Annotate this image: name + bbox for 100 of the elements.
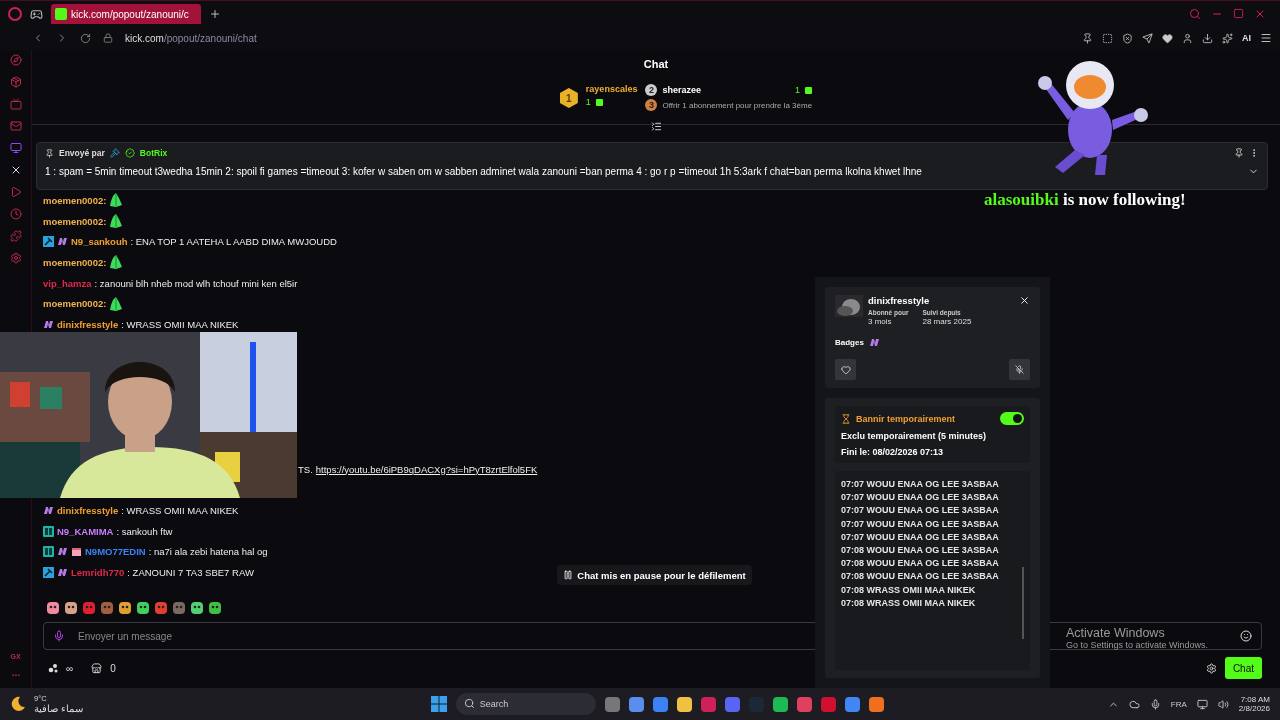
play-icon[interactable] [9, 186, 22, 198]
sparkles-icon[interactable] [1222, 32, 1233, 44]
verified-icon [124, 148, 135, 158]
heart-icon[interactable] [1162, 32, 1173, 44]
username[interactable]: dinixfresstyle [57, 505, 119, 517]
windows-start-icon[interactable] [430, 696, 447, 712]
rank-badge: 1 [559, 88, 578, 108]
og-badge-icon [43, 546, 54, 558]
leader-name: rayenscales [585, 84, 638, 94]
send-icon[interactable] [1142, 32, 1153, 44]
mail-icon[interactable] [9, 120, 22, 132]
username[interactable]: moemen0002: [43, 298, 107, 310]
emote-icon[interactable] [46, 600, 60, 616]
timeout-toggle[interactable] [1000, 412, 1024, 425]
message-text: : sankouh ftw [116, 525, 173, 537]
message-text: : zanouni blh nheb mod wlh tchouf mini ken el5ir [94, 277, 298, 289]
monitor-icon[interactable] [9, 142, 22, 154]
pause-icon [563, 570, 574, 580]
download-icon[interactable] [1202, 32, 1213, 44]
volume-icon[interactable] [1217, 698, 1229, 710]
close-icon[interactable] [1019, 295, 1030, 306]
username[interactable]: vip_hamza [43, 277, 92, 289]
snapshot-icon[interactable] [1102, 32, 1113, 44]
subscriber-badge-icon [43, 319, 54, 329]
shield-icon[interactable] [1122, 32, 1133, 44]
store-icon[interactable] [91, 662, 103, 674]
timeout-status: Exclu temporairement (5 minutes) [841, 431, 988, 441]
chat-title: Chat [642, 57, 670, 72]
collapse-icon[interactable] [650, 121, 662, 132]
message-link[interactable]: https://youtu.be/6iPB9qDACXg?si=hPyT8zrtElfol5FK [315, 463, 538, 475]
emote-icon[interactable] [154, 600, 168, 616]
menu-icon[interactable] [1260, 32, 1272, 44]
network-icon[interactable] [1196, 698, 1208, 710]
emote-icon[interactable] [136, 600, 150, 616]
activation-subtitle: Go to Settings to activate Windows. [1066, 640, 1209, 650]
taskbar-search[interactable]: Search [455, 693, 596, 715]
chat-paused-button[interactable]: Chat mis en pause pour le défilement [557, 565, 752, 585]
hourglass-icon [841, 413, 851, 424]
emote-icon[interactable] [64, 600, 78, 616]
message-text: : ENA TOP 1 AATEHA L AABD DIMA MWJOUDD [130, 236, 337, 248]
gift-count: 1 [795, 85, 801, 95]
message-text: TS. [298, 463, 313, 475]
maximize-icon[interactable] [1233, 8, 1244, 19]
app-icon[interactable] [844, 696, 860, 712]
app-icon[interactable] [772, 696, 788, 712]
package-icon[interactable] [9, 76, 22, 88]
history-message: 07:07 WOUU ENAA OG LEE 3ASBAA [841, 518, 1000, 529]
clock-date: 2/8/2026 [1238, 704, 1270, 713]
emote-icon[interactable] [190, 600, 204, 616]
subscription-icon [805, 86, 813, 94]
app-icon[interactable] [628, 696, 644, 712]
cloud-icon[interactable] [1128, 698, 1140, 710]
username[interactable]: dinixfresstyle [57, 318, 119, 330]
username[interactable]: moemen0002: [43, 194, 107, 206]
compass-icon[interactable] [9, 54, 22, 66]
gaming-icon[interactable] [30, 7, 43, 21]
profile-icon[interactable] [1182, 32, 1193, 44]
message-text: : WRASS OMII MAA NIKEK [121, 505, 239, 517]
emote-icon[interactable] [82, 600, 96, 616]
new-tab-icon[interactable] [209, 8, 221, 20]
app-icon[interactable] [796, 696, 812, 712]
reload-icon[interactable] [80, 32, 91, 44]
history-message: 07:07 WOUU ENAA OG LEE 3ASBAA [841, 492, 1000, 503]
app-icon[interactable] [652, 696, 668, 712]
pin-icon[interactable] [1234, 148, 1244, 158]
moderator-badge-icon [109, 148, 120, 158]
heart-icon [840, 364, 851, 375]
emoji-icon[interactable] [1240, 630, 1252, 642]
chat-button[interactable]: Chat [1224, 657, 1262, 679]
mute-button[interactable] [1009, 359, 1030, 380]
microphone-icon[interactable] [1149, 698, 1161, 710]
ai-button[interactable]: AI [1242, 33, 1251, 43]
username[interactable]: N9_KAMIMA [57, 525, 114, 537]
browser-tab[interactable]: kick.com/popout/zanouni/c [51, 4, 201, 24]
subscriber-badge-icon [57, 568, 68, 578]
history-message: 07:07 WOUU ENAA OG LEE 3ASBAA [841, 531, 1000, 542]
language-indicator[interactable]: FRA [1170, 699, 1187, 709]
username[interactable]: Lemridh770 [71, 567, 125, 579]
app-icon[interactable] [868, 696, 884, 712]
gift-count: 1 [585, 97, 591, 107]
app-icon[interactable] [676, 696, 692, 712]
emote-icon[interactable] [208, 600, 222, 616]
muted-microphone-icon [1015, 365, 1024, 374]
rank-badge: 3 [645, 99, 658, 111]
pinned-text: 1 : spam = 5min timeout t3wedha 15min 2: spoil fi games =timeout 3: kofer w saben om w sabben adminet wala zanouni =ban perma 4 : go r p =timeout 1h 5:3ark f chat=ban perma lkolna khwet lhne [45, 166, 922, 177]
address-bar[interactable]: kick.com/popout/zanouni/chat [125, 32, 257, 44]
leader-name: sherazee [662, 85, 701, 95]
follow-button[interactable] [835, 359, 856, 380]
username[interactable]: moemen0002: [43, 256, 107, 268]
username[interactable]: moemen0002: [43, 215, 107, 227]
pin-icon[interactable] [1082, 32, 1093, 44]
gift-badge-icon [71, 546, 82, 558]
username[interactable]: N9_sankouh [71, 236, 128, 248]
username[interactable]: N9MO77EDIN [85, 546, 146, 558]
browser-logo-icon[interactable] [8, 7, 22, 21]
microphone-icon[interactable] [53, 630, 65, 642]
search-icon[interactable] [1189, 8, 1201, 20]
tv-icon[interactable] [9, 98, 22, 110]
history-message: 07:08 WRASS OMII MAA NIKEK [841, 597, 977, 608]
emote-icon[interactable] [118, 600, 132, 616]
